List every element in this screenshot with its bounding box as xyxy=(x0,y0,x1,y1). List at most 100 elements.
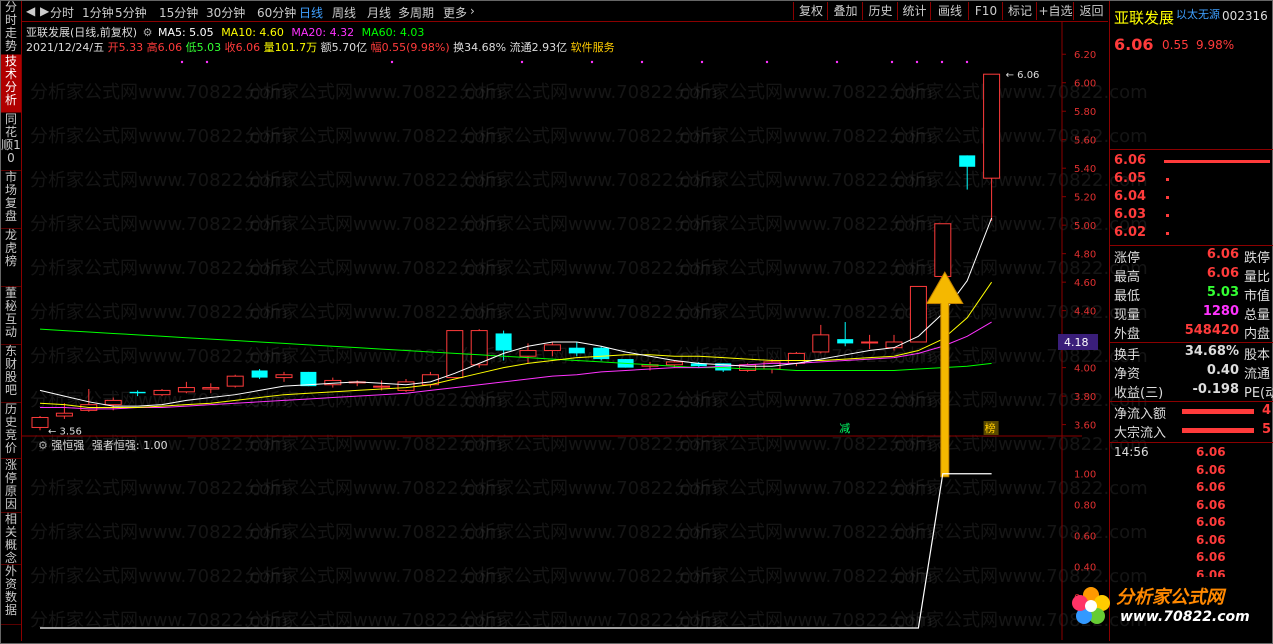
order-book-row: 6.06 xyxy=(1110,153,1273,171)
candle-body xyxy=(812,334,830,353)
stat-value: -0.198 xyxy=(1192,382,1239,397)
toolbar-button[interactable]: +自选 xyxy=(1036,2,1074,20)
candle-body xyxy=(837,339,854,344)
stat-label: 最高 xyxy=(1114,270,1141,285)
toolbar: ◀ ▶ 分时 1分钟 5分钟 15分钟 30分钟 60分钟 日线 周线 月线 多周期 更多 › 复权叠… xyxy=(22,1,1108,22)
toolbar-button[interactable]: 标记 xyxy=(1002,2,1037,20)
indicator-axis-label: 0.80 xyxy=(1074,501,1096,512)
left-nav-item[interactable]: 同花顺10 xyxy=(1,113,21,171)
period-tab[interactable]: 30分钟 xyxy=(206,4,245,21)
period-tab[interactable]: 更多 xyxy=(443,4,467,21)
left-nav-item[interactable]: 东财股吧 xyxy=(1,345,21,403)
candle-body xyxy=(568,347,585,354)
period-tab[interactable]: 周线 xyxy=(332,4,356,21)
toolbar-button[interactable]: 叠加 xyxy=(827,2,863,20)
flow-row: 净流入额 4 xyxy=(1110,403,1273,422)
stat-row: 最低 5.03 市值 xyxy=(1110,285,1273,304)
indicator-line xyxy=(40,473,992,629)
toolbar-button[interactable]: 统计 xyxy=(897,2,931,20)
indicator-gear-icon[interactable]: ⚙ xyxy=(38,439,48,452)
price-axis-label: 3.80 xyxy=(1074,392,1096,403)
candle-body xyxy=(959,155,976,167)
flow-bar xyxy=(1182,428,1254,433)
stat-row: 涨停 6.06 跌停 xyxy=(1110,247,1273,266)
period-tab[interactable]: 15分钟 xyxy=(159,4,198,21)
toolbar-button[interactable]: 复权 xyxy=(793,2,828,20)
order-volume-bar xyxy=(1164,160,1270,163)
back-arrow-icon[interactable]: ◀ xyxy=(26,4,35,18)
stat-row: 现量 1280 总量 xyxy=(1110,304,1273,323)
candle-body xyxy=(470,330,488,366)
stat-value: 6.06 xyxy=(1206,266,1239,281)
indicator-header: ⚙ 强恒强 强者恒强: 1.00 xyxy=(38,437,168,453)
period-tab[interactable]: 分时 xyxy=(50,4,74,21)
signal-dot xyxy=(940,60,944,64)
period-tab[interactable]: 日线 xyxy=(299,4,323,21)
flow-value: 4 xyxy=(1262,403,1272,418)
left-nav-item[interactable]: 外资数据 xyxy=(1,565,21,625)
candle-body xyxy=(909,285,927,343)
toolbar-button[interactable]: 返回 xyxy=(1073,2,1109,20)
left-nav-item[interactable]: 技术分析 xyxy=(1,55,21,113)
tick-price: 6.06 xyxy=(1196,480,1226,494)
candle-body xyxy=(593,347,610,360)
stat-row: 收益(三) -0.198 PE(动 xyxy=(1110,382,1273,401)
signal-dot xyxy=(700,60,704,64)
stat-right-label: 股本 xyxy=(1244,348,1271,363)
period-tab[interactable]: 1分钟 xyxy=(82,4,114,21)
stat-right-label: 总量 xyxy=(1244,308,1271,323)
flow-row: 大宗流入 5 xyxy=(1110,422,1273,441)
order-book-row: 6.03 xyxy=(1110,207,1273,225)
panel-stock-name: 亚联发展 xyxy=(1114,9,1175,27)
forward-arrow-icon[interactable]: ▶ xyxy=(40,4,49,18)
tick-price: 6.06 xyxy=(1196,445,1226,459)
flower-logo-icon xyxy=(1072,587,1110,624)
candle-body xyxy=(55,412,73,417)
kline-chart[interactable]: 6.20 6.00 5.80 5.60 5.40 5.20 5.00 4.80 4.60 4.40… xyxy=(22,22,1108,640)
candle-body xyxy=(251,370,268,378)
signal-dot xyxy=(965,60,969,64)
period-tab[interactable]: 5分钟 xyxy=(115,4,147,21)
ma5-line xyxy=(39,217,993,407)
reduce-badge: 减 xyxy=(839,422,850,435)
left-nav-item[interactable]: 市场复盘 xyxy=(1,171,21,229)
candle-body xyxy=(104,399,122,406)
left-nav-item[interactable]: 龙虎榜 xyxy=(1,229,21,287)
stat-right-label: 内盘 xyxy=(1244,327,1271,342)
candle-body xyxy=(519,350,537,357)
period-tab[interactable]: 多周期 xyxy=(398,4,434,21)
left-nav-item[interactable]: 涨停原因 xyxy=(1,459,21,513)
more-chevron-icon[interactable]: › xyxy=(470,4,475,18)
order-book-row: 6.05 xyxy=(1110,171,1273,189)
panel-concept[interactable]: 以太无源 xyxy=(1176,6,1220,22)
indicator-axis-label: 0.40 xyxy=(1074,562,1096,573)
order-volume-bar xyxy=(1166,214,1169,217)
stat-label: 外盘 xyxy=(1114,327,1141,342)
bang-badge: 榜 xyxy=(985,421,996,435)
candle-body xyxy=(495,333,512,351)
period-tab[interactable]: 月线 xyxy=(367,4,391,21)
left-nav-item[interactable]: 董秘互动 xyxy=(1,287,21,345)
price-axis-label: 4.00 xyxy=(1074,364,1096,375)
period-tab[interactable]: 60分钟 xyxy=(257,4,296,21)
price-axis-label: 5.40 xyxy=(1074,164,1096,175)
price-axis-label: 4.60 xyxy=(1074,278,1096,289)
signal-dot xyxy=(640,60,644,64)
candle-body xyxy=(129,391,146,394)
high-price-label: ← 6.06 xyxy=(1006,70,1040,81)
stat-right-label: 量比 xyxy=(1244,270,1271,285)
left-nav-item[interactable]: 历史竞价 xyxy=(1,403,21,459)
candle-body xyxy=(787,352,805,364)
stat-right-label: 市值 xyxy=(1244,289,1271,304)
left-nav-item[interactable]: 相关概念 xyxy=(1,513,21,565)
indicator-title: 强恒强 xyxy=(51,439,85,452)
toolbar-button[interactable]: F10 xyxy=(968,2,1003,20)
toolbar-button[interactable]: 历史 xyxy=(862,2,898,20)
toolbar-button[interactable]: 画线 xyxy=(930,2,969,20)
left-nav-item[interactable]: 分时走势 xyxy=(1,1,21,55)
candle-body xyxy=(153,389,171,396)
order-price: 6.03 xyxy=(1114,207,1147,222)
price-axis-label: 5.20 xyxy=(1074,193,1096,204)
candle-body xyxy=(983,73,1001,179)
indicator-value: 强者恒强: 1.00 xyxy=(91,439,168,452)
